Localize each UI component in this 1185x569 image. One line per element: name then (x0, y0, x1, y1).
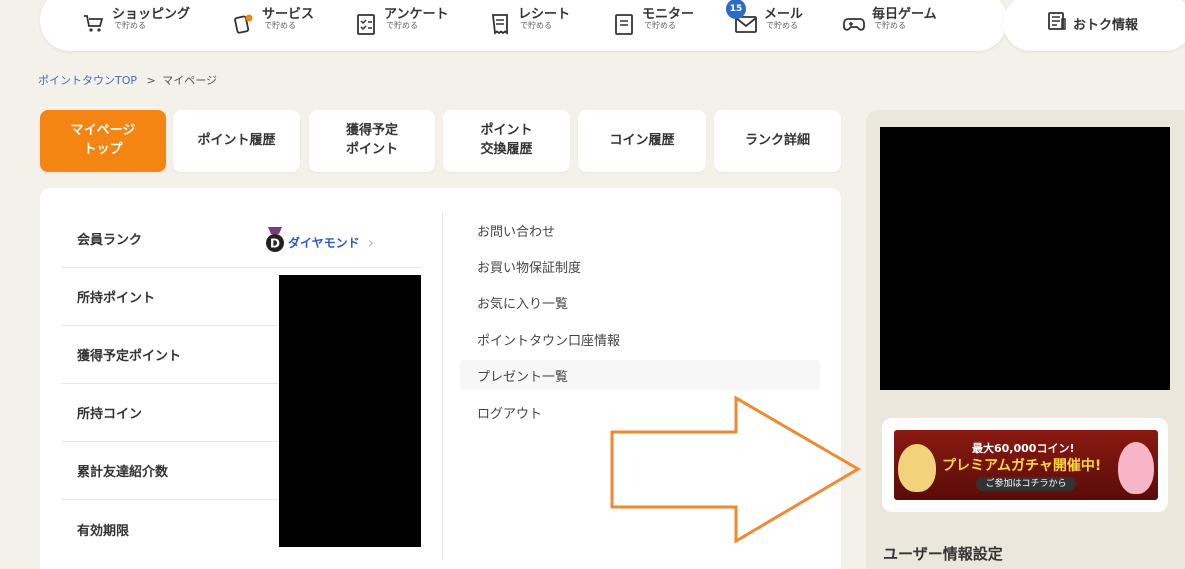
nav-sub: で貯める (114, 21, 146, 31)
mail-count-badge: 15 (726, 0, 746, 19)
tab-point-history[interactable]: ポイント履歴 (173, 110, 300, 172)
cart-icon (82, 12, 106, 36)
info-label: 累計友達紹介数 (77, 465, 169, 480)
survey-icon (354, 12, 378, 36)
breadcrumb-current: マイページ (162, 74, 218, 87)
nav-daily-game[interactable]: 毎日ゲーム で貯める (842, 7, 937, 42)
banner-title: プレミアムガチャ開催中! (942, 458, 1102, 474)
nav-sub: で貯める (766, 21, 798, 31)
info-label: 獲得予定ポイント (77, 349, 182, 364)
tab-coin-history[interactable]: コイン履歴 (578, 110, 706, 172)
user-settings-heading: ユーザー情報設定 (883, 545, 1003, 563)
breadcrumb-home-link[interactable]: ポイントタウンTOP (38, 74, 137, 87)
breadcrumb: ポイントタウンTOP > マイページ (38, 72, 217, 88)
tab-pending-points[interactable]: 獲得予定 ポイント (309, 110, 435, 172)
receipt-icon (488, 12, 512, 36)
breadcrumb-separator: > (146, 74, 156, 87)
redacted-values (279, 275, 421, 547)
link-purchase-guarantee[interactable]: お買い物保証制度 (477, 257, 581, 276)
service-card-icon (232, 12, 256, 36)
link-account-info[interactable]: ポイントタウン口座情報 (477, 330, 620, 349)
monitor-icon (612, 12, 636, 36)
nav-sub: で貯める (386, 21, 418, 31)
nav-sub: で貯める (874, 21, 906, 31)
nav-receipt[interactable]: レシート で貯める (488, 7, 570, 42)
nav-sub: で貯める (264, 21, 296, 31)
banner-headline: 最大60,000コイン! (972, 442, 1075, 455)
rank-value-link[interactable]: D ダイヤモンド › (265, 227, 374, 257)
link-logout[interactable]: ログアウト (477, 403, 542, 422)
otoku-label: おトク情報 (1073, 17, 1139, 33)
news-icon (1047, 11, 1067, 35)
nav-sub: で貯める (520, 21, 552, 31)
tab-rank-detail[interactable]: ランク詳細 (714, 110, 841, 172)
account-summary-card: 会員ランク 所持ポイント 獲得予定ポイント 所持コイン 累計友達紹介数 有効期限… (40, 188, 841, 569)
premium-gacha-banner[interactable]: 最大60,000コイン! プレミアムガチャ開催中! ご参加はコチラから (894, 430, 1158, 500)
info-label: 所持コイン (77, 407, 143, 422)
link-contact[interactable]: お問い合わせ (477, 221, 555, 240)
mail-icon: 15 (726, 0, 758, 36)
top-nav: ショッピング で貯める サービス で貯める アンケート で貯める レシート で貯める モ… (40, 0, 1007, 51)
gamepad-icon (842, 12, 866, 36)
tab-mypage-top[interactable]: マイページ トップ (40, 110, 166, 172)
bear-mascot-icon (898, 444, 936, 492)
nav-mail[interactable]: 15 メール で貯める (726, 0, 803, 42)
otoku-info-button[interactable]: おトク情報 (1003, 0, 1185, 51)
column-divider (442, 212, 443, 560)
bunny-mascot-icon (1118, 442, 1154, 494)
rank-value: ダイヤモンド (288, 235, 360, 250)
link-presents[interactable]: プレゼント一覧 (477, 366, 568, 385)
nav-service[interactable]: サービス で貯める (232, 7, 314, 42)
info-label: 有効期限 (77, 523, 130, 539)
svg-text:D: D (270, 237, 280, 251)
info-label: 会員ランク (77, 233, 143, 248)
nav-shopping[interactable]: ショッピング で貯める (82, 7, 190, 42)
chevron-right-icon: › (367, 232, 375, 252)
nav-monitor[interactable]: モニター で貯める (612, 7, 694, 42)
banner-cta: ご参加はコチラから (976, 477, 1076, 491)
nav-sub: で貯める (644, 21, 676, 31)
info-label: 所持ポイント (77, 291, 156, 306)
tab-exchange-history[interactable]: ポイント 交換履歴 (443, 110, 570, 172)
nav-survey[interactable]: アンケート で貯める (354, 7, 448, 42)
link-favorites[interactable]: お気に入り一覧 (477, 293, 568, 312)
redacted-sidebar-ad (880, 127, 1170, 390)
diamond-rank-icon: D (265, 227, 285, 257)
